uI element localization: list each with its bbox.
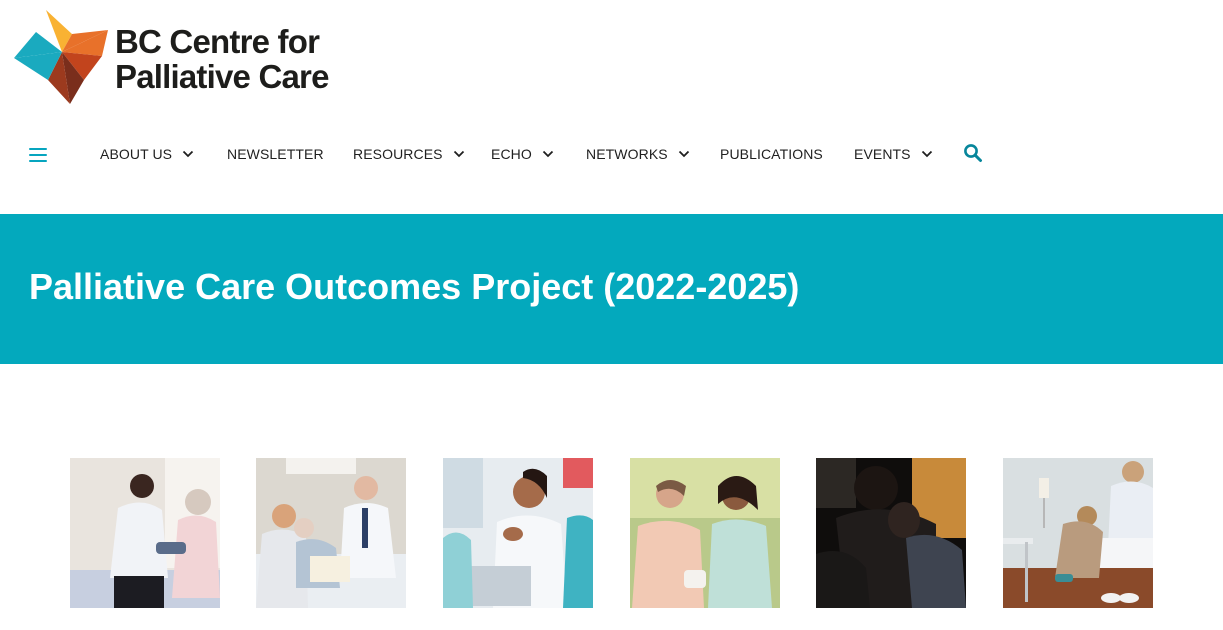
chevron-down-icon (542, 150, 553, 158)
logo-line-1: BC Centre for (115, 23, 320, 60)
main-navigation: ABOUT US NEWSLETTER RESOURCES ECHO NETWO… (0, 134, 1223, 174)
chevron-down-icon (453, 150, 464, 158)
nav-item-about-us[interactable]: ABOUT US (100, 146, 194, 162)
nav-item-label: PUBLICATIONS (720, 146, 823, 162)
nav-item-label: ABOUT US (100, 146, 173, 162)
nav-item-label: ECHO (491, 146, 532, 162)
logo-star-icon (14, 10, 108, 104)
nav-item-echo[interactable]: ECHO (491, 146, 554, 162)
site-logo[interactable]: BC Centre for Palliative Care (14, 10, 334, 108)
page-title: Palliative Care Outcomes Project (2022-2… (29, 266, 800, 307)
photo-gallery (0, 458, 1223, 608)
chevron-down-icon (182, 150, 194, 158)
search-icon[interactable] (963, 143, 983, 163)
nav-item-events[interactable]: EVENTS (854, 146, 933, 162)
chevron-down-icon (678, 150, 689, 158)
nav-item-label: RESOURCES (353, 146, 443, 162)
caregiver-with-senior-woman-photo[interactable] (630, 458, 780, 608)
logo-line-2: Palliative Care (115, 58, 329, 95)
nav-item-resources[interactable]: RESOURCES (353, 146, 465, 162)
hamburger-icon[interactable] (29, 148, 47, 162)
doctor-visiting-patient-in-bed-photo[interactable] (256, 458, 406, 608)
caregiver-helping-with-slippers-photo[interactable] (1003, 458, 1153, 608)
nav-item-networks[interactable]: NETWORKS (586, 146, 690, 162)
page-title-banner: Palliative Care Outcomes Project (2022-2… (0, 214, 1223, 364)
chevron-down-icon (921, 150, 932, 158)
nav-item-label: NEWSLETTER (227, 146, 324, 162)
nav-item-label: EVENTS (854, 146, 911, 162)
nav-item-publications[interactable]: PUBLICATIONS (720, 146, 823, 162)
dark-portrait-embrace-photo[interactable] (816, 458, 966, 608)
clinician-discussion-photo[interactable] (443, 458, 593, 608)
nurse-with-elderly-patient-photo[interactable] (70, 458, 220, 608)
nav-item-label: NETWORKS (586, 146, 668, 162)
nav-item-newsletter[interactable]: NEWSLETTER (227, 146, 324, 162)
